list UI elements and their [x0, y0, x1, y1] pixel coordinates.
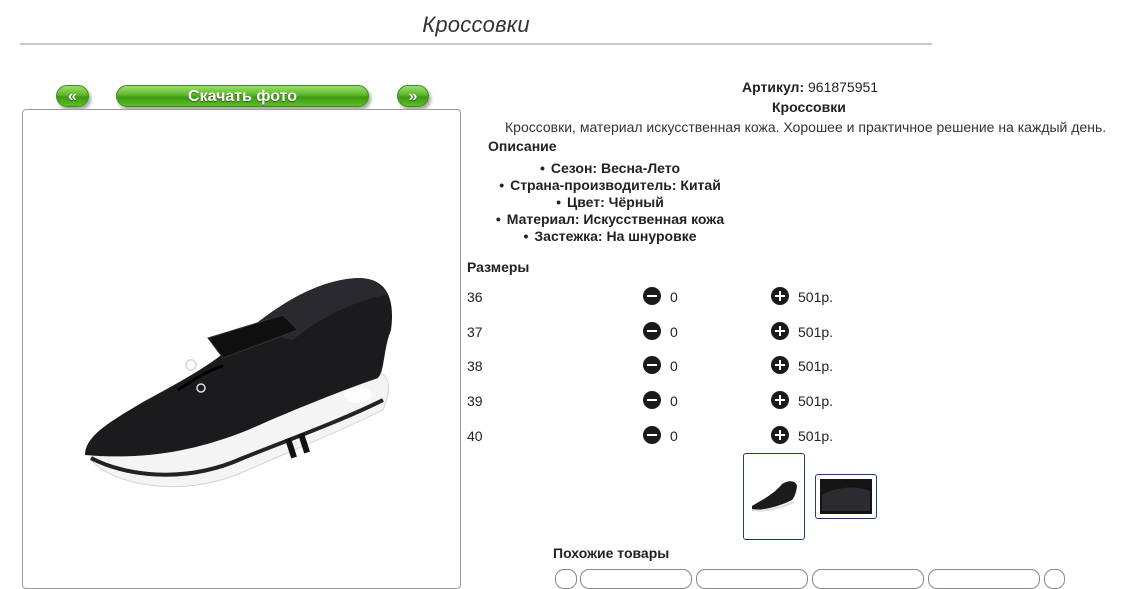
similar-item[interactable] — [812, 569, 924, 589]
quantity-value: 0 — [670, 428, 678, 444]
property-season: Сезон: Весна-Лето — [470, 160, 750, 177]
product-name: Кроссовки — [772, 99, 846, 115]
property-country: Страна-производитель: Китай — [470, 177, 750, 194]
page-title: Кроссовки — [422, 12, 530, 37]
size-label: 36 — [467, 289, 483, 305]
size-label: 40 — [467, 428, 483, 444]
quantity-value: 0 — [670, 358, 678, 374]
quantity-value: 0 — [670, 324, 678, 340]
quantity-value: 0 — [670, 393, 678, 409]
property-list: Сезон: Весна-Лето Страна-производитель: … — [470, 160, 750, 245]
next-photo-button[interactable]: » — [397, 85, 429, 107]
thumbnail-image — [820, 479, 872, 514]
property-material: Материал: Искусственная кожа — [470, 211, 750, 228]
similar-item[interactable] — [696, 569, 808, 589]
size-label: 37 — [467, 324, 483, 340]
product-description: Кроссовки, материал искусственная кожа. … — [505, 119, 1107, 135]
size-label: 39 — [467, 393, 483, 409]
download-photo-button[interactable]: Скачать фото — [116, 85, 369, 107]
prev-photo-button[interactable]: « — [56, 85, 89, 107]
article-label: Артикул: — [742, 79, 805, 95]
size-price: 501р. — [798, 358, 834, 374]
size-price: 501р. — [798, 324, 834, 340]
article-value: 961875951 — [808, 79, 879, 95]
decrease-qty-icon[interactable] — [643, 287, 661, 305]
size-price: 501р. — [798, 393, 834, 409]
quantity-value: 0 — [670, 289, 678, 305]
description-heading: Описание — [488, 138, 557, 154]
thumbnail-image — [751, 481, 797, 512]
size-row: 38 0 501р. — [467, 356, 867, 376]
increase-qty-icon[interactable] — [771, 356, 789, 374]
similar-prev-button[interactable] — [555, 569, 577, 589]
product-photo[interactable] — [73, 270, 403, 520]
thumbnail-1[interactable] — [743, 453, 805, 540]
decrease-qty-icon[interactable] — [643, 322, 661, 340]
decrease-qty-icon[interactable] — [643, 356, 661, 374]
product-photo-frame — [22, 109, 461, 589]
similar-item[interactable] — [580, 569, 692, 589]
size-label: 38 — [467, 358, 483, 374]
article: Артикул: 961875951 — [742, 79, 878, 95]
size-price: 501р. — [798, 289, 834, 305]
size-row: 39 0 501р. — [467, 391, 867, 411]
size-price: 501р. — [798, 428, 834, 444]
similar-next-button[interactable] — [1044, 569, 1065, 589]
size-row: 40 0 501р. — [467, 426, 867, 446]
similar-products-heading: Похожие товары — [553, 545, 670, 561]
increase-qty-icon[interactable] — [771, 287, 789, 305]
similar-item[interactable] — [928, 569, 1040, 589]
property-color: Цвет: Чёрный — [470, 194, 750, 211]
size-row: 36 0 501р. — [467, 287, 867, 307]
thumbnail-2[interactable] — [815, 474, 877, 519]
size-row: 37 0 501р. — [467, 322, 867, 342]
increase-qty-icon[interactable] — [771, 322, 789, 340]
increase-qty-icon[interactable] — [771, 426, 789, 444]
title-divider — [20, 43, 932, 45]
property-fastener: Застежка: На шнуровке — [470, 228, 750, 245]
sizes-heading: Размеры — [467, 259, 530, 275]
decrease-qty-icon[interactable] — [643, 391, 661, 409]
decrease-qty-icon[interactable] — [643, 426, 661, 444]
increase-qty-icon[interactable] — [771, 391, 789, 409]
